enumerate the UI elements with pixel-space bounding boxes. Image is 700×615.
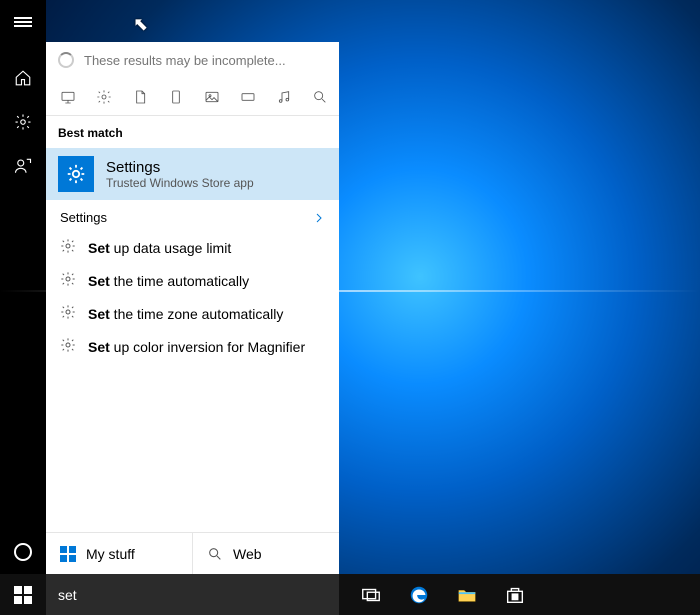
scope-mystuff-label: My stuff	[86, 546, 135, 562]
settings-app-tile	[58, 156, 94, 192]
settings-result-list: Set up data usage limit Set the time auto…	[46, 231, 339, 363]
rail-settings-button[interactable]	[0, 100, 46, 144]
best-match-subtitle: Trusted Windows Store app	[106, 176, 254, 190]
settings-group-header[interactable]: Settings	[46, 200, 339, 231]
search-icon	[312, 89, 328, 105]
gear-icon	[60, 337, 76, 356]
scope-row: My stuff Web	[46, 532, 339, 574]
start-left-rail	[0, 0, 46, 574]
filter-videos-button[interactable]	[240, 88, 256, 106]
hamburger-button[interactable]	[0, 0, 46, 44]
store-icon	[504, 584, 526, 606]
best-match-title: Settings	[106, 159, 254, 176]
taskbar-search-input[interactable]: set	[46, 574, 339, 615]
result-text: Set up color inversion for Magnifier	[88, 339, 305, 355]
taskbar-explorer-button[interactable]	[443, 574, 491, 615]
filter-web-button[interactable]	[312, 88, 328, 106]
search-results-panel: These results may be incomplete... Best …	[46, 42, 339, 574]
settings-result-item[interactable]: Set the time automatically	[58, 264, 327, 297]
scope-web-label: Web	[233, 546, 262, 562]
loading-text: These results may be incomplete...	[84, 53, 286, 68]
best-match-item[interactable]: Settings Trusted Windows Store app	[46, 148, 339, 200]
gear-icon	[60, 271, 76, 290]
best-match-label: Best match	[46, 116, 339, 148]
gear-icon	[60, 304, 76, 323]
taskbar-store-button[interactable]	[491, 574, 539, 615]
rail-home-button[interactable]	[0, 56, 46, 100]
folder-icon	[456, 584, 478, 606]
result-text: Set the time automatically	[88, 273, 249, 289]
loading-spinner-icon	[58, 52, 74, 68]
search-icon	[207, 546, 223, 562]
home-icon	[14, 69, 32, 87]
windows-logo-icon	[14, 586, 32, 604]
filter-apps-button[interactable]	[60, 88, 76, 106]
settings-result-item[interactable]: Set up color inversion for Magnifier	[58, 330, 327, 363]
filter-music-button[interactable]	[276, 88, 292, 106]
edge-icon	[408, 584, 430, 606]
start-button[interactable]	[0, 574, 46, 615]
filter-photos-button[interactable]	[204, 88, 220, 106]
music-icon	[276, 89, 292, 105]
monitor-icon	[60, 89, 76, 105]
gear-icon	[14, 113, 32, 131]
gear-icon	[65, 163, 87, 185]
windows-tile-icon	[60, 546, 76, 562]
desktop-background: ⬉ These results may be incomplete...	[0, 0, 700, 615]
taskbar: set	[0, 574, 700, 615]
filter-row	[46, 78, 339, 116]
settings-group-label: Settings	[60, 210, 107, 225]
settings-result-item[interactable]: Set up data usage limit	[58, 231, 327, 264]
settings-result-item[interactable]: Set the time zone automatically	[58, 297, 327, 330]
video-icon	[240, 89, 256, 105]
gear-icon	[96, 89, 112, 105]
phone-icon	[168, 89, 184, 105]
filter-settings-button[interactable]	[96, 88, 112, 106]
taskbar-pinned-apps	[339, 574, 539, 615]
task-view-icon	[360, 584, 382, 606]
taskbar-edge-button[interactable]	[395, 574, 443, 615]
best-match-text: Settings Trusted Windows Store app	[106, 159, 254, 190]
scope-mystuff-button[interactable]: My stuff	[46, 533, 193, 574]
gear-icon	[60, 238, 76, 257]
mouse-cursor: ⬉	[133, 14, 148, 35]
person-pin-icon	[14, 157, 32, 175]
loading-row: These results may be incomplete...	[46, 42, 339, 78]
document-icon	[132, 89, 148, 105]
task-view-button[interactable]	[347, 574, 395, 615]
cortana-button[interactable]	[0, 530, 46, 574]
result-text: Set up data usage limit	[88, 240, 231, 256]
image-icon	[204, 89, 220, 105]
result-text: Set the time zone automatically	[88, 306, 283, 322]
scope-web-button[interactable]: Web	[193, 533, 339, 574]
hamburger-icon	[14, 15, 32, 29]
rail-recent-button[interactable]	[0, 144, 46, 188]
chevron-right-icon	[313, 212, 325, 224]
search-query-text: set	[58, 587, 77, 603]
filter-documents-button[interactable]	[132, 88, 148, 106]
cortana-icon	[14, 543, 32, 561]
filter-folders-button[interactable]	[168, 88, 184, 106]
